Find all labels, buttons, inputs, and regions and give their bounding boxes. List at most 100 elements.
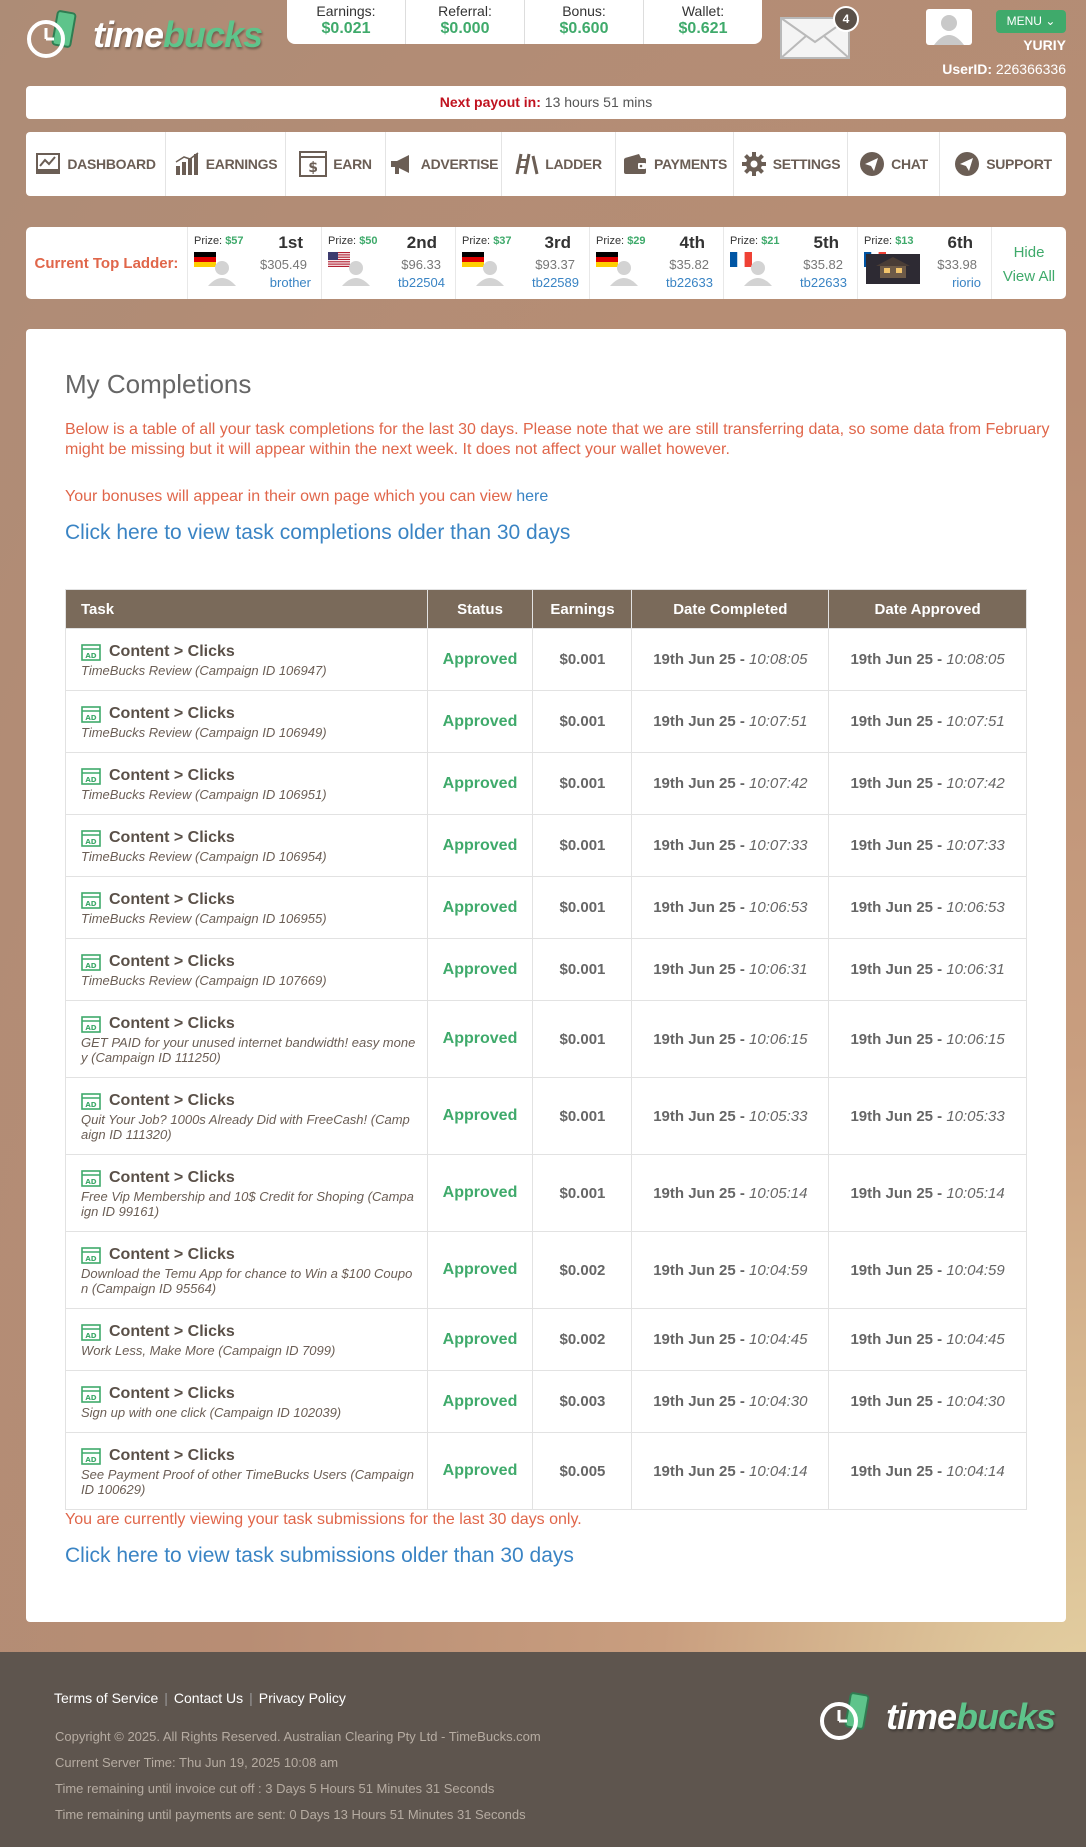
mail-count-badge[interactable]: 4 (833, 6, 859, 32)
footer-links: Terms of Service | Contact Us | Privacy Poli… (54, 1690, 346, 1706)
svg-text:AD: AD (85, 652, 96, 660)
menu-button[interactable]: MENU ⌄ (996, 10, 1066, 33)
older-completions-link[interactable]: Click here to view task completions olde… (65, 521, 570, 545)
contact-link[interactable]: Contact Us (174, 1690, 243, 1706)
task-description: Sign up with one click (Campaign ID 1020… (81, 1405, 342, 1420)
user-id: UserID: 226366336 (942, 61, 1066, 77)
top-ladder: Current Top Ladder: Prize: $57 1st $305.… (26, 227, 1066, 299)
privacy-link[interactable]: Privacy Policy (259, 1690, 346, 1706)
task-type: Content > Clicks (109, 953, 235, 970)
ladder-rank-3[interactable]: Prize: $37 3rd $93.37 tb22589 (455, 227, 589, 299)
view-all-ladder-link[interactable]: View All (992, 265, 1066, 289)
clock-money-logo-icon (27, 10, 77, 58)
task-description: TimeBucks Review (Campaign ID 107669) (81, 973, 327, 988)
ladder-rank-1[interactable]: Prize: $57 1st $305.49 brother (187, 227, 321, 299)
date-approved-cell: 19th Jun 25 - 10:06:15 (828, 1000, 1027, 1078)
nav-earnings[interactable]: EARNINGS (166, 132, 286, 196)
last-30-days-note: You are currently viewing your task subm… (65, 1511, 582, 1528)
nav-dashboard[interactable]: DASHBOARD (26, 132, 166, 196)
header: timebucks Earnings: $0.021 Referral: $0.… (0, 0, 1086, 80)
clock-money-logo-icon (820, 1692, 870, 1740)
ladder-rank-6[interactable]: Prize: $13 6th $33.98 riorio (857, 227, 991, 299)
stat-earnings[interactable]: Earnings: $0.021 (287, 0, 406, 44)
task-cell: AD Content > Clicks TimeBucks Review (Camp… (65, 690, 428, 753)
task-cell: AD Content > Clicks Free Vip Membership an… (65, 1154, 428, 1232)
date-completed-cell: 19th Jun 25 - 10:07:42 (631, 752, 830, 815)
status-cell: Approved (426, 814, 534, 877)
ladder-rank-4[interactable]: Prize: $29 4th $35.82 tb22633 (589, 227, 723, 299)
chevron-down-icon: ⌄ (1045, 14, 1056, 28)
date-approved-cell: 19th Jun 25 - 10:04:14 (828, 1432, 1027, 1510)
svg-text:AD: AD (85, 900, 96, 908)
stat-bonus[interactable]: Bonus: $0.600 (525, 0, 644, 44)
bonus-here-link[interactable]: here (516, 488, 548, 505)
earnings-cell: $0.001 (532, 690, 633, 753)
nav-support[interactable]: SUPPORT (940, 132, 1066, 196)
ad-window-icon: AD (81, 705, 101, 723)
hide-ladder-link[interactable]: Hide (992, 241, 1066, 265)
older-submissions-link[interactable]: Click here to view task submissions olde… (65, 1544, 574, 1568)
payout-value: 13 hours 51 mins (544, 94, 653, 110)
status-cell: Approved (426, 876, 534, 939)
task-cell: AD Content > Clicks Download the Temu App … (65, 1231, 428, 1309)
nav-earn[interactable]: $ EARN (286, 132, 386, 196)
earnings-cell: $0.001 (532, 1154, 633, 1232)
date-completed-cell: 19th Jun 25 - 10:05:14 (631, 1154, 830, 1232)
user-silhouette-icon (476, 261, 504, 286)
terms-link[interactable]: Terms of Service (54, 1690, 158, 1706)
table-row: AD Content > Clicks TimeBucks Review (Camp… (65, 876, 1027, 939)
task-description: TimeBucks Review (Campaign ID 106954) (81, 849, 327, 864)
date-completed-cell: 19th Jun 25 - 10:07:51 (631, 690, 830, 753)
logo-wordmark: timebucks (886, 1696, 1056, 1737)
user-avatar[interactable] (926, 9, 972, 45)
server-time: Current Server Time: Thu Jun 19, 2025 10… (55, 1755, 339, 1770)
table-row: AD Content > Clicks TimeBucks Review (Camp… (65, 690, 1027, 753)
ad-window-icon: AD (81, 1015, 101, 1033)
task-type: Content > Clicks (109, 829, 235, 846)
status-cell: Approved (426, 690, 534, 753)
earnings-cell: $0.002 (532, 1231, 633, 1309)
ladder-title: Current Top Ladder: (34, 254, 179, 272)
date-completed-cell: 19th Jun 25 - 10:06:15 (631, 1000, 830, 1078)
payout-label: Next payout in: (439, 94, 541, 110)
task-description: TimeBucks Review (Campaign ID 106947) (81, 663, 327, 678)
nav-chat[interactable]: CHAT (848, 132, 940, 196)
completions-table: Task Status Earnings Date Completed Date… (65, 589, 1027, 1510)
svg-text:AD: AD (85, 776, 96, 784)
nav-ladder[interactable]: LADDER (502, 132, 616, 196)
date-completed-cell: 19th Jun 25 - 10:04:14 (631, 1432, 830, 1510)
gear-icon (741, 152, 766, 176)
table-row: AD Content > Clicks Quit Your Job? 1000s A… (65, 1077, 1027, 1155)
paper-plane-icon (955, 152, 980, 176)
nav-payments[interactable]: PAYMENTS (616, 132, 734, 196)
status-cell: Approved (426, 1000, 534, 1078)
ad-window-icon: AD (81, 829, 101, 847)
page-title: My Completions (65, 369, 252, 399)
ladder-rank-5[interactable]: Prize: $21 5th $35.82 tb22633 (723, 227, 857, 299)
stat-referral[interactable]: Referral: $0.000 (406, 0, 525, 44)
table-row: AD Content > Clicks Download the Temu App … (65, 1231, 1027, 1309)
ad-window-icon: AD (81, 953, 101, 971)
task-cell: AD Content > Clicks TimeBucks Review (Camp… (65, 814, 428, 877)
timebucks-logo[interactable]: timebucks (25, 10, 263, 60)
stat-wallet[interactable]: Wallet: $0.621 (644, 0, 762, 44)
table-row: AD Content > Clicks Sign up with one click… (65, 1370, 1027, 1433)
status-cell: Approved (426, 1308, 534, 1371)
task-description: Free Vip Membership and 10$ Credit for S… (81, 1189, 414, 1219)
paper-plane-icon (860, 152, 885, 176)
logo-wordmark: timebucks (93, 14, 263, 55)
footer-logo[interactable]: timebucks (818, 1692, 1056, 1742)
ladder-rank-2[interactable]: Prize: $50 2nd $96.33 tb22504 (321, 227, 455, 299)
date-completed-cell: 19th Jun 25 - 10:06:31 (631, 938, 830, 1001)
footer-info: Copyright © 2025. All Rights Reserved. A… (55, 1724, 541, 1828)
status-cell: Approved (426, 1432, 534, 1510)
task-description: See Payment Proof of other TimeBucks Use… (81, 1467, 414, 1497)
nav-settings[interactable]: SETTINGS (734, 132, 848, 196)
date-approved-cell: 19th Jun 25 - 10:05:33 (828, 1077, 1027, 1155)
nav-advertise[interactable]: ADVERTISE (386, 132, 502, 196)
copyright: Copyright © 2025. All Rights Reserved. A… (55, 1729, 541, 1744)
svg-text:AD: AD (85, 1456, 96, 1464)
payments-sent: Time remaining until payments are sent: … (55, 1807, 526, 1822)
status-cell: Approved (426, 1154, 534, 1232)
date-approved-cell: 19th Jun 25 - 10:08:05 (828, 628, 1027, 691)
